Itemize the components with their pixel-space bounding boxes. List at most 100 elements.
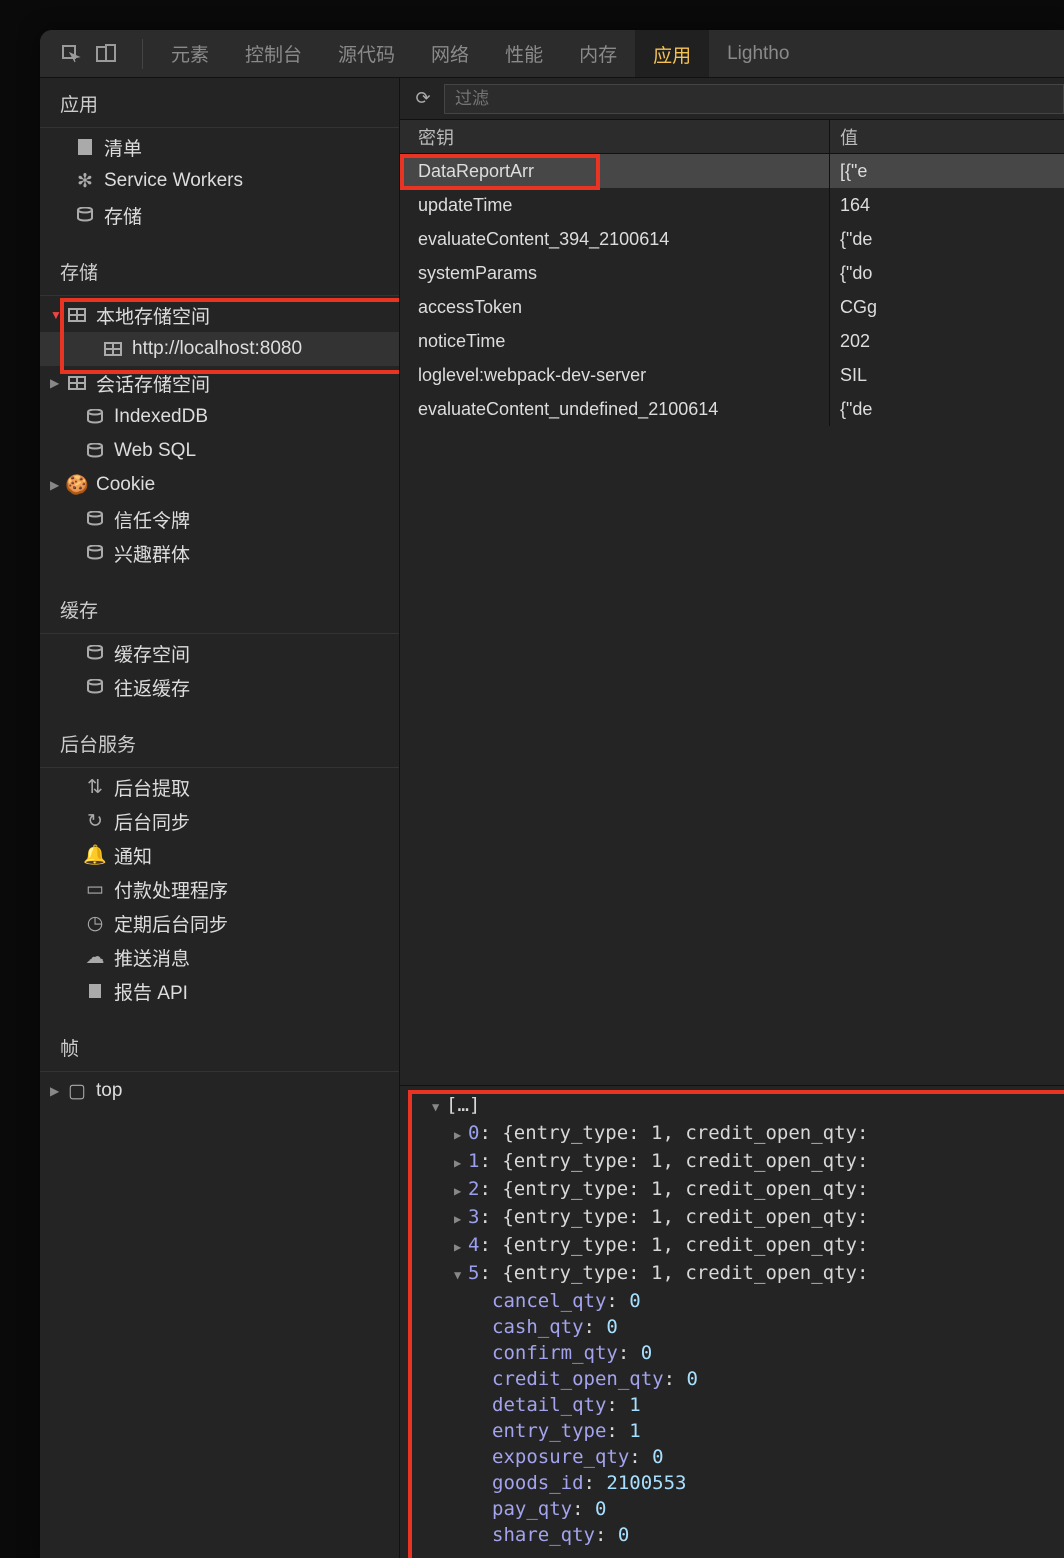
cell-key: DataReportArr bbox=[400, 154, 830, 188]
tab-performance[interactable]: 性能 bbox=[487, 30, 561, 77]
device-toolbar-icon[interactable] bbox=[96, 43, 118, 65]
tab-elements[interactable]: 元素 bbox=[153, 30, 227, 77]
cell-key: accessToken bbox=[400, 290, 830, 324]
sidebar-bg-sync[interactable]: ↻ 后台同步 bbox=[40, 804, 399, 838]
sidebar-cache-storage[interactable]: 缓存空间 bbox=[40, 636, 399, 670]
sidebar-cookies[interactable]: ▶ 🍪 Cookie bbox=[40, 468, 399, 502]
preview-prop[interactable]: credit_open_qty: 0 bbox=[420, 1366, 1064, 1392]
sidebar-storage[interactable]: 存储 bbox=[40, 198, 399, 232]
preview-prop[interactable]: goods_id: 2100553 bbox=[420, 1470, 1064, 1496]
cell-value: CGg bbox=[830, 290, 1064, 324]
preview-prop[interactable]: detail_qty: 1 bbox=[420, 1392, 1064, 1418]
filter-input[interactable] bbox=[444, 84, 1064, 114]
tab-sources[interactable]: 源代码 bbox=[320, 30, 413, 77]
label: 会话存储空间 bbox=[96, 370, 210, 397]
preview-prop[interactable]: entry_type: 1 bbox=[420, 1418, 1064, 1444]
sidebar-service-workers[interactable]: ✻ Service Workers bbox=[40, 164, 399, 198]
file-icon bbox=[84, 983, 106, 999]
sidebar-local-storage-origin[interactable]: http://localhost:8080 bbox=[40, 332, 399, 366]
sidebar-back-forward-cache[interactable]: 往返缓存 bbox=[40, 670, 399, 704]
table-row[interactable]: loglevel:webpack-dev-server SIL bbox=[400, 358, 1064, 392]
preview-item[interactable]: ▶4: {entry_type: 1, credit_open_qty: bbox=[420, 1232, 1064, 1260]
cell-key: noticeTime bbox=[400, 324, 830, 358]
table-row[interactable]: evaluateContent_undefined_2100614 {"de bbox=[400, 392, 1064, 426]
sidebar-frame-top[interactable]: ▶ ▢ top bbox=[40, 1074, 399, 1108]
tab-memory[interactable]: 内存 bbox=[561, 30, 635, 77]
refresh-icon[interactable]: ⟳ bbox=[408, 84, 438, 114]
gear-icon: ✻ bbox=[74, 170, 96, 193]
label: 定期后台同步 bbox=[114, 910, 228, 937]
table-row[interactable]: evaluateContent_394_2100614 {"de bbox=[400, 222, 1064, 256]
tab-lighthouse[interactable]: Lightho bbox=[709, 30, 807, 77]
preview-prop[interactable]: pay_qty: 0 bbox=[420, 1496, 1064, 1522]
table-row[interactable]: accessToken CGg bbox=[400, 290, 1064, 324]
cell-key: evaluateContent_394_2100614 bbox=[400, 222, 830, 256]
sidebar-payment-handler[interactable]: ▭ 付款处理程序 bbox=[40, 872, 399, 906]
label: 本地存储空间 bbox=[96, 302, 210, 329]
cell-value: 202 bbox=[830, 324, 1064, 358]
cell-key: updateTime bbox=[400, 188, 830, 222]
expand-arrow-icon[interactable]: ▶ bbox=[50, 376, 64, 390]
label: 信任令牌 bbox=[114, 506, 190, 533]
sidebar-indexeddb[interactable]: IndexedDB bbox=[40, 400, 399, 434]
label: Cookie bbox=[96, 474, 155, 496]
label: Service Workers bbox=[104, 170, 243, 192]
application-sidebar: 应用 清单 ✻ Service Workers 存储 存储 ▼ 本地存储空间 bbox=[40, 78, 400, 1558]
sidebar-bg-fetch[interactable]: ⇅ 后台提取 bbox=[40, 770, 399, 804]
preview-item[interactable]: ▼5: {entry_type: 1, credit_open_qty: bbox=[420, 1260, 1064, 1288]
divider bbox=[142, 39, 143, 69]
column-key[interactable]: 密钥 bbox=[400, 120, 830, 153]
sidebar-push-messaging[interactable]: ☁ 推送消息 bbox=[40, 940, 399, 974]
cell-value: {"de bbox=[830, 222, 1064, 256]
sidebar-notifications[interactable]: 🔔 通知 bbox=[40, 838, 399, 872]
expand-arrow-icon[interactable]: ▼ bbox=[50, 308, 64, 322]
cell-value: {"do bbox=[830, 256, 1064, 290]
label: 往返缓存 bbox=[114, 674, 190, 701]
expand-arrow-icon[interactable]: ▶ bbox=[50, 1084, 64, 1098]
cloud-icon: ☁ bbox=[84, 946, 106, 969]
sidebar-interest-groups[interactable]: 兴趣群体 bbox=[40, 536, 399, 570]
section-application: 应用 bbox=[40, 78, 399, 128]
table-icon bbox=[66, 308, 88, 322]
label: IndexedDB bbox=[114, 406, 208, 428]
preview-item[interactable]: ▶3: {entry_type: 1, credit_open_qty: bbox=[420, 1204, 1064, 1232]
table-row[interactable]: DataReportArr [{"e bbox=[400, 154, 1064, 188]
preview-prop[interactable]: exposure_qty: 0 bbox=[420, 1444, 1064, 1470]
file-icon bbox=[74, 138, 96, 156]
expand-arrow-icon[interactable]: ▶ bbox=[50, 478, 64, 492]
preview-item[interactable]: ▶1: {entry_type: 1, credit_open_qty: bbox=[420, 1148, 1064, 1176]
cell-key: loglevel:webpack-dev-server bbox=[400, 358, 830, 392]
storage-table-body: DataReportArr [{"e updateTime 164 evalua… bbox=[400, 154, 1064, 426]
sidebar-reporting-api[interactable]: 报告 API bbox=[40, 974, 399, 1008]
preview-item[interactable]: ▶2: {entry_type: 1, credit_open_qty: bbox=[420, 1176, 1064, 1204]
label: Web SQL bbox=[114, 440, 196, 462]
preview-root[interactable]: ▼[…] bbox=[420, 1092, 1064, 1120]
sidebar-session-storage[interactable]: ▶ 会话存储空间 bbox=[40, 366, 399, 400]
table-icon bbox=[66, 376, 88, 390]
tab-application[interactable]: 应用 bbox=[635, 30, 709, 77]
preview-prop[interactable]: cancel_qty: 0 bbox=[420, 1288, 1064, 1314]
label: 通知 bbox=[114, 842, 152, 869]
label: 后台同步 bbox=[114, 808, 190, 835]
sidebar-websql[interactable]: Web SQL bbox=[40, 434, 399, 468]
database-icon bbox=[84, 645, 106, 661]
tab-console[interactable]: 控制台 bbox=[227, 30, 320, 77]
column-value[interactable]: 值 bbox=[830, 120, 1064, 153]
sidebar-manifest[interactable]: 清单 bbox=[40, 130, 399, 164]
tab-network[interactable]: 网络 bbox=[413, 30, 487, 77]
preview-item[interactable]: ▶0: {entry_type: 1, credit_open_qty: bbox=[420, 1120, 1064, 1148]
preview-prop[interactable]: confirm_qty: 0 bbox=[420, 1340, 1064, 1366]
sidebar-periodic-bg-sync[interactable]: ◷ 定期后台同步 bbox=[40, 906, 399, 940]
cell-value: {"de bbox=[830, 392, 1064, 426]
sidebar-local-storage[interactable]: ▼ 本地存储空间 bbox=[40, 298, 399, 332]
cell-value: [{"e bbox=[830, 154, 1064, 188]
table-row[interactable]: updateTime 164 bbox=[400, 188, 1064, 222]
inspect-icon[interactable] bbox=[60, 43, 82, 65]
sidebar-trust-tokens[interactable]: 信任令牌 bbox=[40, 502, 399, 536]
preview-prop[interactable]: share_qty: 0 bbox=[420, 1522, 1064, 1548]
table-row[interactable]: systemParams {"do bbox=[400, 256, 1064, 290]
table-row[interactable]: noticeTime 202 bbox=[400, 324, 1064, 358]
sync-icon: ↻ bbox=[84, 810, 106, 833]
card-icon: ▭ bbox=[84, 878, 106, 901]
preview-prop[interactable]: cash_qty: 0 bbox=[420, 1314, 1064, 1340]
